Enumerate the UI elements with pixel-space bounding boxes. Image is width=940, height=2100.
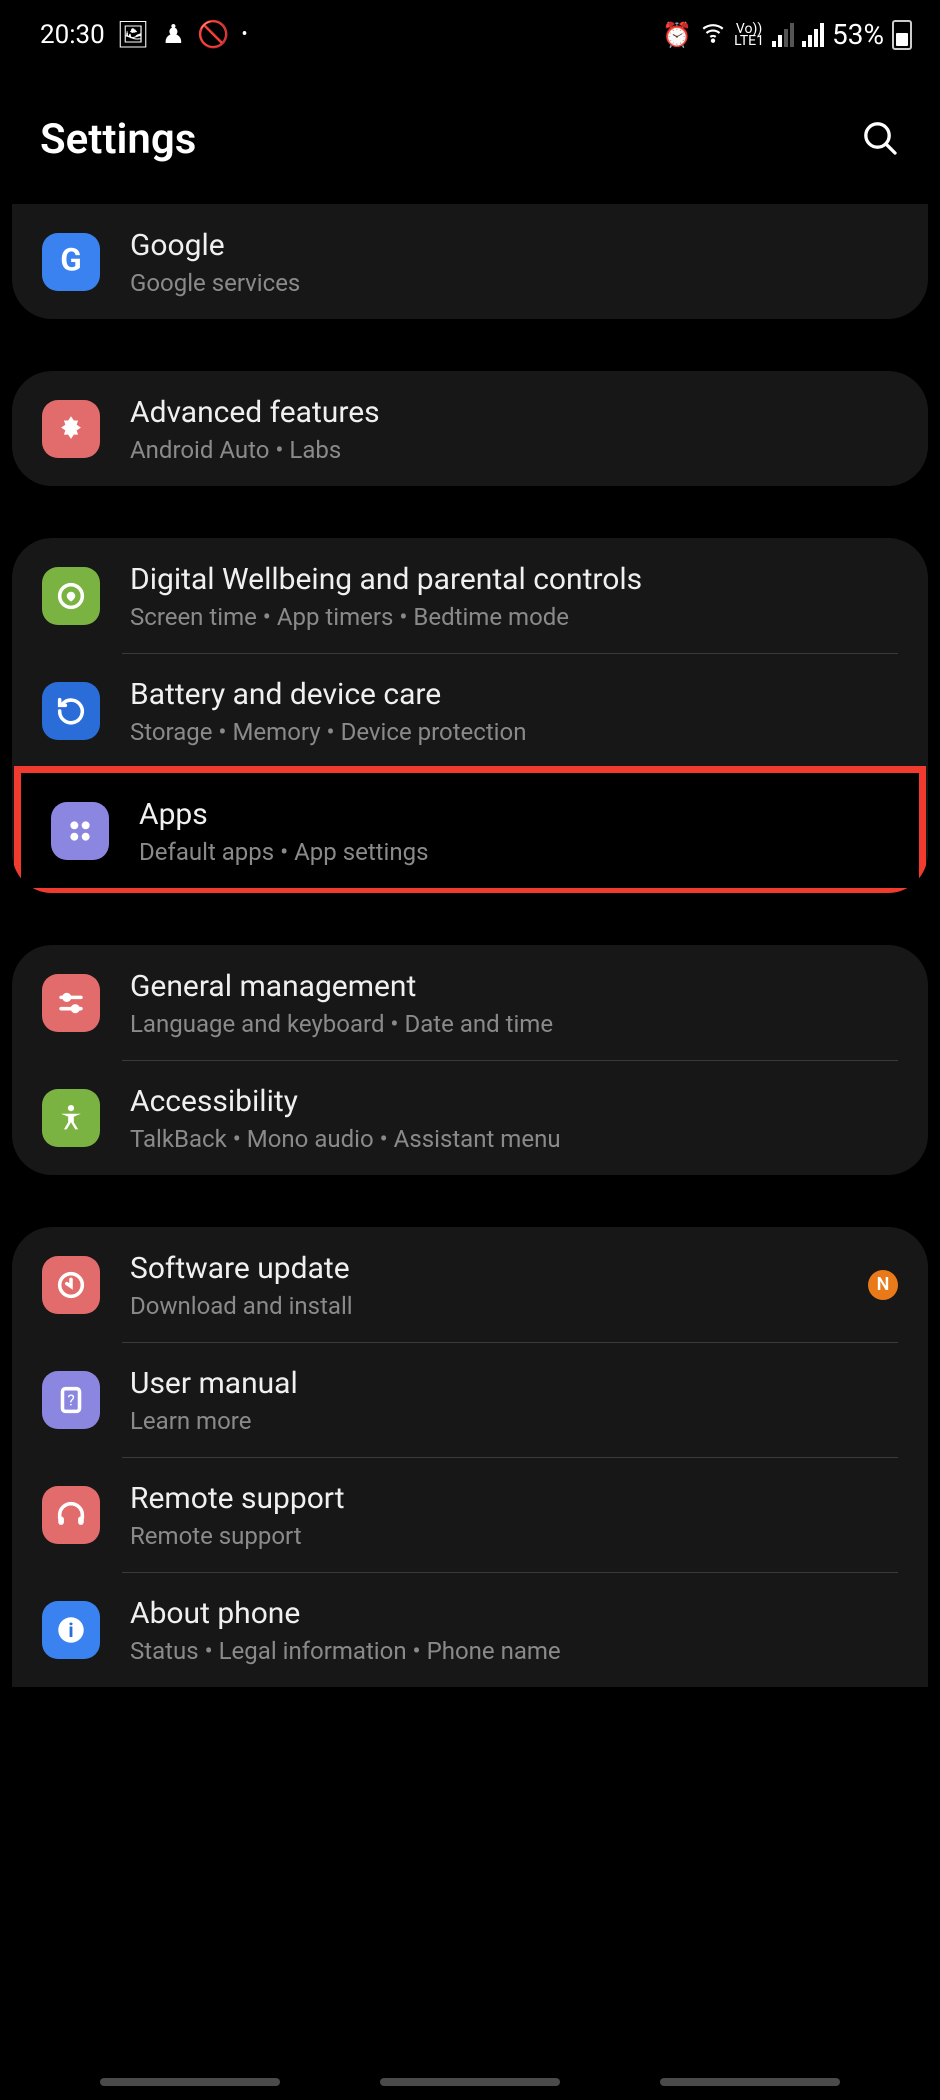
wifi-icon — [700, 19, 726, 51]
item-subtitle: Google services — [130, 269, 898, 297]
search-button[interactable] — [860, 118, 900, 162]
apps-icon — [51, 802, 109, 860]
advanced-features-icon — [42, 400, 100, 458]
svg-text:i: i — [68, 1619, 73, 1642]
settings-item-google[interactable]: G Google Google services — [12, 204, 928, 319]
settings-item-battery-care[interactable]: Battery and device care Storage • Memory… — [12, 653, 928, 768]
item-title: User manual — [130, 1364, 898, 1403]
general-management-icon — [42, 974, 100, 1032]
picture-icon: 🖼 — [117, 20, 150, 50]
signal-bars-sim1-icon — [772, 23, 794, 47]
settings-group: Advanced features Android Auto • Labs — [12, 371, 928, 486]
item-subtitle: Android Auto • Labs — [130, 436, 898, 464]
item-title: Advanced features — [130, 393, 898, 432]
navigation-bar — [0, 2078, 940, 2086]
google-icon: G — [42, 233, 100, 291]
settings-item-software-update[interactable]: Software update Download and install N — [12, 1227, 928, 1342]
svg-text:G: G — [60, 245, 81, 279]
item-title: Remote support — [130, 1479, 898, 1518]
page-title: Settings — [40, 115, 196, 164]
battery-percent: 53% — [832, 18, 884, 51]
nav-home-button[interactable] — [380, 2078, 560, 2086]
network-label: Vo)) LTE1 — [734, 23, 764, 47]
nav-back-button[interactable] — [660, 2078, 840, 2086]
more-notifications-icon: • — [241, 24, 247, 45]
accessibility-icon — [42, 1089, 100, 1147]
settings-item-about-phone[interactable]: i About phone Status • Legal information… — [12, 1572, 928, 1687]
about-phone-icon: i — [42, 1601, 100, 1659]
settings-item-advanced-features[interactable]: Advanced features Android Auto • Labs — [12, 371, 928, 486]
item-subtitle: Learn more — [130, 1407, 898, 1435]
remote-support-icon — [42, 1486, 100, 1544]
wellbeing-icon — [42, 567, 100, 625]
user-manual-icon: ? — [42, 1371, 100, 1429]
battery-icon — [892, 20, 912, 50]
dnd-icon: 🚫 — [197, 20, 229, 50]
item-title: About phone — [130, 1594, 898, 1633]
page-header: Settings — [0, 61, 940, 204]
item-title: Battery and device care — [130, 675, 898, 714]
item-subtitle: TalkBack • Mono audio • Assistant menu — [130, 1125, 898, 1153]
item-subtitle: Storage • Memory • Device protection — [130, 718, 898, 746]
alarm-icon: ⏰ — [662, 21, 692, 49]
settings-item-general-management[interactable]: General management Language and keyboard… — [12, 945, 928, 1060]
item-title: General management — [130, 967, 898, 1006]
item-title: Google — [130, 226, 898, 265]
status-time: 20:30 — [40, 20, 105, 50]
status-bar: 20:30 🖼 ♟ 🚫 • ⏰ Vo)) LTE1 53% — [0, 0, 940, 61]
settings-item-digital-wellbeing[interactable]: Digital Wellbeing and parental controls … — [12, 538, 928, 653]
settings-group: Software update Download and install N ?… — [12, 1227, 928, 1687]
battery-care-icon — [42, 682, 100, 740]
item-title: Apps — [139, 795, 889, 834]
app-status-icon: ♟ — [162, 20, 185, 50]
signal-bars-sim2-icon — [802, 23, 824, 47]
item-subtitle: Screen time • App timers • Bedtime mode — [130, 603, 898, 631]
item-subtitle: Download and install — [130, 1292, 856, 1320]
settings-item-accessibility[interactable]: Accessibility TalkBack • Mono audio • As… — [12, 1060, 928, 1175]
settings-group: General management Language and keyboard… — [12, 945, 928, 1175]
software-update-icon — [42, 1256, 100, 1314]
item-subtitle: Remote support — [130, 1522, 898, 1550]
item-subtitle: Status • Legal information • Phone name — [130, 1637, 898, 1665]
settings-group: G Google Google services — [12, 204, 928, 319]
item-subtitle: Default apps • App settings — [139, 838, 889, 866]
settings-group: Digital Wellbeing and parental controls … — [12, 538, 928, 893]
item-subtitle: Language and keyboard • Date and time — [130, 1010, 898, 1038]
item-title: Accessibility — [130, 1082, 898, 1121]
settings-item-remote-support[interactable]: Remote support Remote support — [12, 1457, 928, 1572]
svg-text:?: ? — [67, 1391, 74, 1409]
item-title: Digital Wellbeing and parental controls — [130, 560, 898, 599]
settings-item-apps[interactable]: Apps Default apps • App settings — [14, 766, 926, 893]
nav-recents-button[interactable] — [100, 2078, 280, 2086]
item-title: Software update — [130, 1249, 856, 1288]
settings-item-user-manual[interactable]: ? User manual Learn more — [12, 1342, 928, 1457]
notification-badge: N — [868, 1270, 898, 1300]
